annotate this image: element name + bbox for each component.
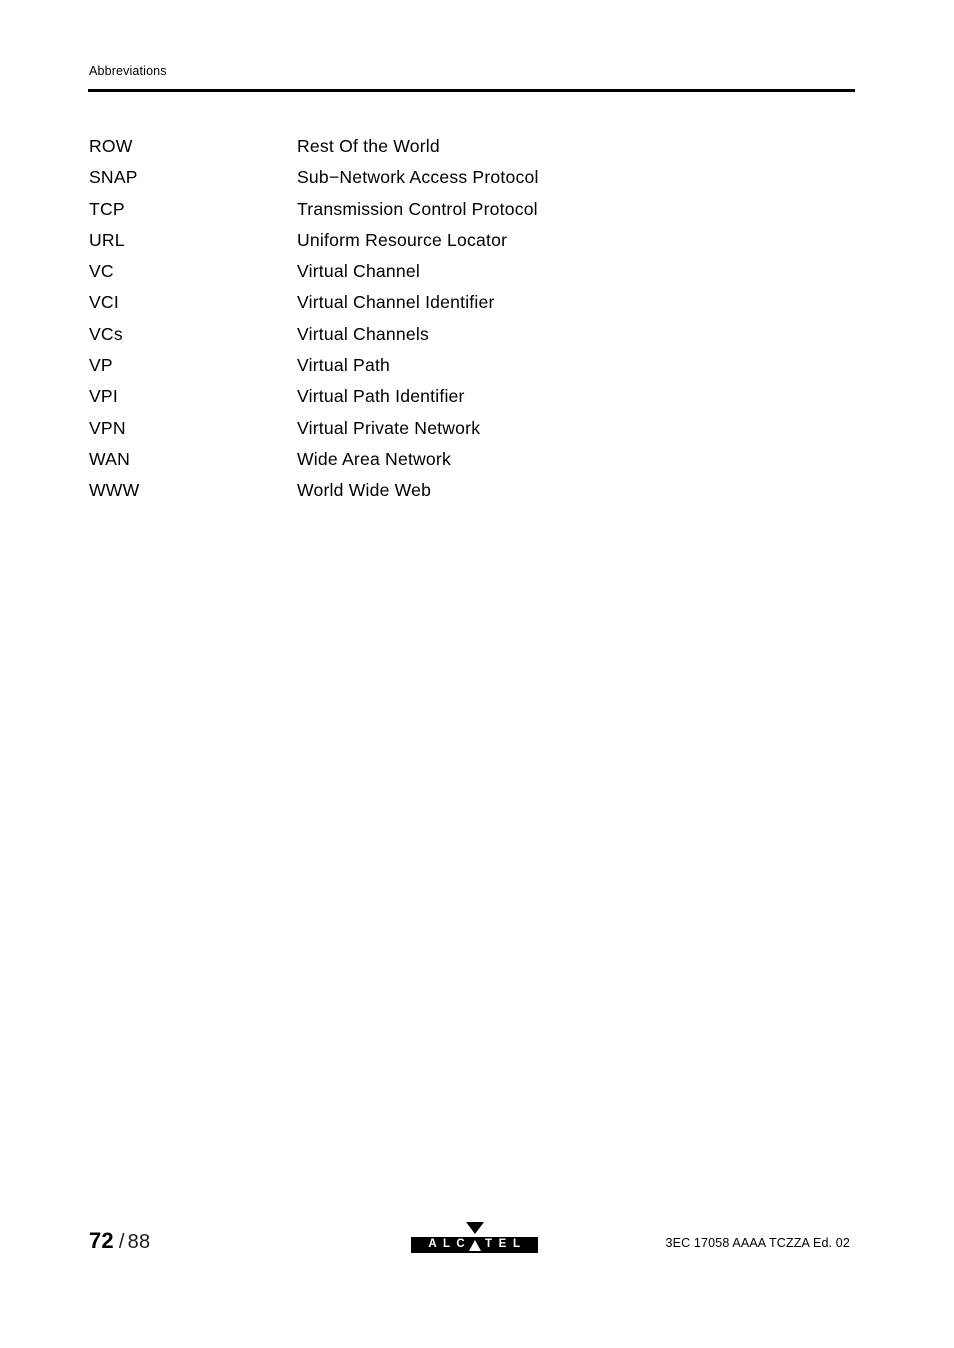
abbreviation-term: VPI	[89, 386, 118, 407]
triangle-down-icon	[465, 1222, 484, 1234]
logo-letter: L	[442, 1238, 451, 1251]
alcatel-logo: A L C T E L	[411, 1222, 538, 1253]
running-head: Abbreviations	[89, 64, 167, 78]
list-item: TCP Transmission Control Protocol	[0, 194, 954, 225]
abbreviation-definition: Sub−Network Access Protocol	[297, 167, 539, 188]
triangle-up-icon	[468, 1240, 482, 1251]
list-item: VPN Virtual Private Network	[0, 413, 954, 444]
document-reference: 3EC 17058 AAAA TCZZA Ed. 02	[665, 1236, 850, 1250]
logo-letter: C	[456, 1238, 465, 1251]
abbreviation-definition: Virtual Path	[297, 355, 391, 376]
abbreviation-definition: Uniform Resource Locator	[297, 229, 508, 250]
list-item: VCI Virtual Channel Identifier	[0, 287, 954, 318]
abbreviation-definition: Virtual Private Network	[297, 417, 481, 438]
page-number-separator: /	[118, 1231, 125, 1253]
abbreviation-term: VC	[89, 261, 114, 282]
logo-letter: L	[512, 1238, 521, 1251]
list-item: VC Virtual Channel	[0, 256, 954, 287]
abbreviation-definition: Transmission Control Protocol	[297, 198, 538, 219]
page-number: 72/88	[89, 1228, 151, 1253]
logo-letter: E	[498, 1238, 507, 1251]
logo-letter: A	[428, 1238, 437, 1251]
abbreviation-term: WAN	[89, 448, 130, 469]
abbreviation-term: VP	[89, 355, 113, 376]
list-item: WWW World Wide Web	[0, 475, 954, 506]
abbreviations-list: ROW Rest Of the World SNAP Sub−Network A…	[0, 131, 954, 507]
page-number-total: 88	[127, 1231, 151, 1253]
abbreviation-term: VCI	[89, 292, 119, 313]
list-item: ROW Rest Of the World	[0, 131, 954, 162]
abbreviation-definition: Virtual Channel Identifier	[297, 292, 495, 313]
list-item: VP Virtual Path	[0, 350, 954, 381]
abbreviation-definition: Virtual Path Identifier	[297, 386, 465, 407]
abbreviation-term: VCs	[89, 323, 123, 344]
list-item: VCs Virtual Channels	[0, 319, 954, 350]
abbreviation-definition: Virtual Channel	[297, 261, 420, 282]
header-rule	[88, 89, 855, 92]
list-item: VPI Virtual Path Identifier	[0, 381, 954, 412]
document-page: Abbreviations ROW Rest Of the World SNAP…	[0, 0, 954, 1348]
abbreviation-term: ROW	[89, 136, 133, 156]
list-item: WAN Wide Area Network	[0, 444, 954, 475]
abbreviation-term: VPN	[89, 417, 126, 438]
abbreviation-definition: Virtual Channels	[297, 323, 429, 344]
abbreviation-term: TCP	[89, 198, 125, 219]
list-item: SNAP Sub−Network Access Protocol	[0, 162, 954, 193]
logo-letter: T	[484, 1238, 493, 1251]
abbreviation-term: SNAP	[89, 167, 138, 188]
abbreviation-definition: Wide Area Network	[297, 448, 451, 469]
abbreviation-term: URL	[89, 229, 125, 250]
alcatel-wordmark: A L C T E L	[411, 1237, 538, 1253]
page-number-current: 72	[89, 1228, 114, 1253]
list-item: URL Uniform Resource Locator	[0, 225, 954, 256]
page-footer: 72/88 A L C T E L 3EC 17058 AAAA TCZZA E…	[0, 1222, 954, 1272]
abbreviation-definition: World Wide Web	[297, 480, 432, 501]
abbreviation-term: WWW	[89, 480, 140, 501]
abbreviation-definition: Rest Of the World	[297, 136, 440, 156]
